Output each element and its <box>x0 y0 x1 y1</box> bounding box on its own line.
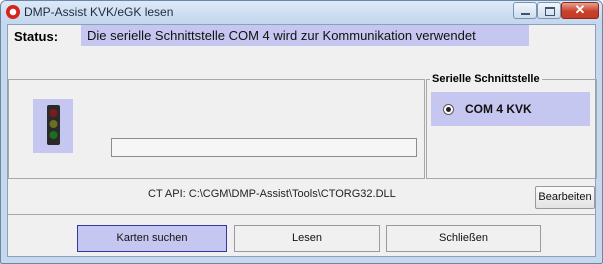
serial-port-label: COM 4 KVK <box>465 102 532 116</box>
traffic-light-icon <box>47 105 60 145</box>
window-title: DMP-Assist KVK/eGK lesen <box>24 5 174 19</box>
read-button[interactable]: Lesen <box>234 225 380 252</box>
edit-button[interactable]: Bearbeiten <box>535 186 595 209</box>
maximize-icon <box>545 7 555 16</box>
status-message: Die serielle Schnittstelle COM 4 wird zu… <box>81 25 529 46</box>
ct-api-path: CT API: C:\CGM\DMP-Assist\Tools\CTORG32.… <box>148 188 396 200</box>
dialog-window: DMP-Assist KVK/eGK lesen ✕ Status: Die s… <box>0 0 603 264</box>
close-button[interactable]: Schließen <box>386 225 541 252</box>
close-icon: ✕ <box>574 2 586 17</box>
status-label: Status: <box>14 29 59 44</box>
serial-port-option[interactable]: COM 4 KVK <box>431 92 590 126</box>
title-bar[interactable]: DMP-Assist KVK/eGK lesen ✕ <box>1 1 602 23</box>
close-window-button[interactable]: ✕ <box>561 2 599 19</box>
status-row: Status: Die serielle Schnittstelle COM 4… <box>8 25 595 47</box>
radio-selected-dot <box>446 107 451 112</box>
maximize-button[interactable] <box>537 2 561 19</box>
button-bar: Karten suchen Lesen Schließen <box>8 214 595 257</box>
dialog-body: Status: Die serielle Schnittstelle COM 4… <box>7 24 597 257</box>
traffic-light-box <box>33 99 73 153</box>
app-icon <box>6 5 20 19</box>
minimize-icon <box>521 13 530 15</box>
serial-port-legend: Serielle Schnittstelle <box>430 73 542 85</box>
radio-button[interactable] <box>443 104 454 115</box>
progress-bar <box>111 138 417 157</box>
minimize-button[interactable] <box>513 2 537 19</box>
search-cards-button[interactable]: Karten suchen <box>77 225 227 252</box>
